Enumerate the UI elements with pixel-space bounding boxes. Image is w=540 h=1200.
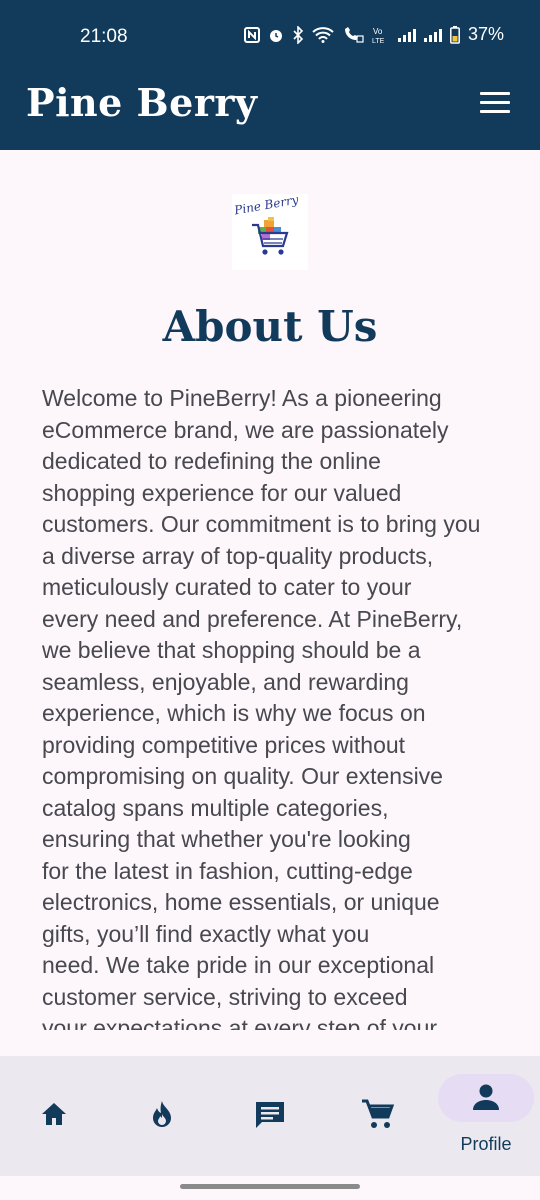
app-bar: Pine Berry <box>0 72 540 150</box>
volte-icon: Vo LTE <box>372 27 385 44</box>
svg-text:LTE: LTE <box>372 38 385 44</box>
battery-icon <box>450 25 460 44</box>
brand-logo: Pine Berry <box>232 192 308 270</box>
status-bar: 21:08 Vo LTE 37% <box>0 0 540 72</box>
fire-icon[interactable] <box>142 1094 182 1134</box>
battery-percent: 37% <box>467 24 504 44</box>
status-time: 21:08 <box>80 26 128 47</box>
signal-icon-2 <box>423 28 442 42</box>
alarm-icon <box>269 29 282 42</box>
page-title: About Us <box>162 302 378 351</box>
home-indicator[interactable] <box>180 1184 360 1189</box>
nfc-icon <box>243 26 260 43</box>
bottom-nav: Profile <box>0 1056 540 1176</box>
person-icon <box>473 1084 499 1110</box>
chat-icon[interactable] <box>250 1094 290 1134</box>
shopping-cart-logo <box>252 217 289 255</box>
app-title: Pine Berry <box>26 80 258 125</box>
hamburger-menu-icon[interactable] <box>480 92 510 116</box>
status-icons: Vo LTE 37% <box>243 24 504 45</box>
home-icon[interactable] <box>34 1094 74 1134</box>
svg-text:Vo: Vo <box>373 27 383 36</box>
cart-icon[interactable] <box>358 1094 398 1134</box>
nav-profile-button[interactable] <box>438 1074 534 1122</box>
bluetooth-icon <box>293 25 304 44</box>
signal-icon-1 <box>397 28 416 42</box>
wifi-calling-icon <box>344 26 364 43</box>
wifi-icon <box>312 26 334 43</box>
about-content: Pine Berry About Us Welcome to PineBerry… <box>0 150 540 1030</box>
nav-profile-label[interactable]: Profile <box>438 1134 534 1155</box>
about-body-text: Welcome to PineBerry! As a pioneering eC… <box>42 385 481 1030</box>
